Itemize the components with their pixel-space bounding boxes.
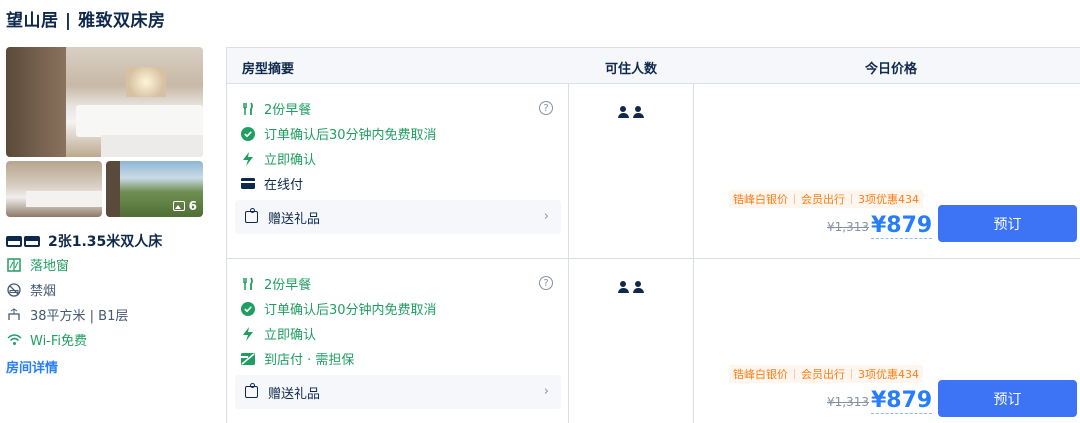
gift-row[interactable]: 赠送礼品 ›	[235, 200, 561, 234]
original-price: ¥1,313	[827, 395, 869, 409]
header-today-price: 今日价格	[865, 62, 918, 77]
book-button[interactable]: 预订	[938, 205, 1077, 242]
bed-info: 2张1.35米双人床	[6, 231, 162, 251]
rate-table: 房型摘要 可住人数 今日价格 2份早餐 ? 订单确认后30分钟内免费取消 立即确…	[226, 47, 1080, 423]
original-price: ¥1,313	[827, 220, 869, 234]
room-title: 望山居 | 雅致双床房	[6, 11, 166, 31]
payment-method: 在线付	[241, 174, 303, 193]
feature-no-smoking: 禁烟	[6, 280, 56, 299]
room-photo-main[interactable]	[6, 47, 203, 157]
chevron-right-icon: ›	[543, 209, 549, 224]
breakfast-policy: 2份早餐	[241, 274, 311, 293]
wifi-icon	[6, 332, 22, 348]
image-icon	[172, 201, 185, 211]
utensils-icon	[241, 102, 255, 116]
help-icon[interactable]: ?	[539, 276, 553, 290]
area-icon	[6, 307, 22, 323]
gift-icon	[245, 383, 258, 398]
promo-tag: 3项优惠434	[858, 193, 919, 206]
promo-tag: 锆峰白银价	[733, 193, 788, 206]
lightning-icon	[241, 326, 255, 341]
gift-icon	[245, 208, 258, 223]
room-details-link[interactable]: 房间详情	[6, 357, 58, 376]
room-photo-thumb-more[interactable]: 6	[106, 161, 203, 217]
confirm-policy: 立即确认	[241, 324, 316, 343]
bed-icon	[6, 235, 40, 247]
feature-area-floor: 38平方米 | B1层	[6, 305, 128, 324]
promo-tag: 会员出行	[801, 368, 845, 381]
photo-count: 6	[172, 199, 197, 213]
person-icon	[618, 106, 629, 118]
promo-tag: 3项优惠434	[858, 368, 919, 381]
current-price[interactable]: ¥879	[871, 389, 933, 414]
cancel-policy: 订单确认后30分钟内免费取消	[241, 299, 437, 318]
occupancy-icons	[618, 106, 644, 118]
promo-tag: 会员出行	[801, 193, 845, 206]
current-price[interactable]: ¥879	[871, 214, 933, 239]
person-icon	[633, 106, 644, 118]
card-icon	[241, 177, 255, 191]
header-occupancy: 可住人数	[605, 62, 658, 77]
room-photo-gallery[interactable]: 6	[6, 47, 203, 217]
check-circle-icon	[241, 301, 255, 316]
window-icon	[6, 257, 22, 273]
breakfast-policy: 2份早餐	[241, 99, 311, 118]
payment-method: 到店付 · 需担保	[241, 349, 354, 368]
promo-tag: 锆峰白银价	[733, 368, 788, 381]
feature-window: 落地窗	[6, 255, 69, 274]
lightning-icon	[241, 151, 255, 166]
header-room-summary: 房型摘要	[242, 62, 295, 77]
cancel-policy: 订单确认后30分钟内免费取消	[241, 124, 437, 143]
table-header: 房型摘要 可住人数 今日价格	[227, 48, 1080, 84]
promo-tags[interactable]: 锆峰白银价 会员出行 3项优惠434	[729, 190, 923, 208]
check-circle-icon	[241, 126, 255, 141]
promo-tags[interactable]: 锆峰白银价 会员出行 3项优惠434	[729, 365, 923, 383]
occupancy-icons	[618, 281, 644, 293]
help-icon[interactable]: ?	[539, 101, 553, 115]
no-smoking-icon	[6, 282, 22, 298]
room-photo-thumb[interactable]	[6, 161, 102, 217]
chevron-right-icon: ›	[543, 384, 549, 399]
person-icon	[633, 281, 644, 293]
utensils-icon	[241, 277, 255, 291]
pay-at-hotel-icon	[241, 352, 255, 366]
book-button[interactable]: 预订	[938, 380, 1077, 417]
feature-wifi: Wi-Fi免费	[6, 330, 87, 349]
confirm-policy: 立即确认	[241, 149, 316, 168]
gift-row[interactable]: 赠送礼品 ›	[235, 375, 561, 409]
person-icon	[618, 281, 629, 293]
